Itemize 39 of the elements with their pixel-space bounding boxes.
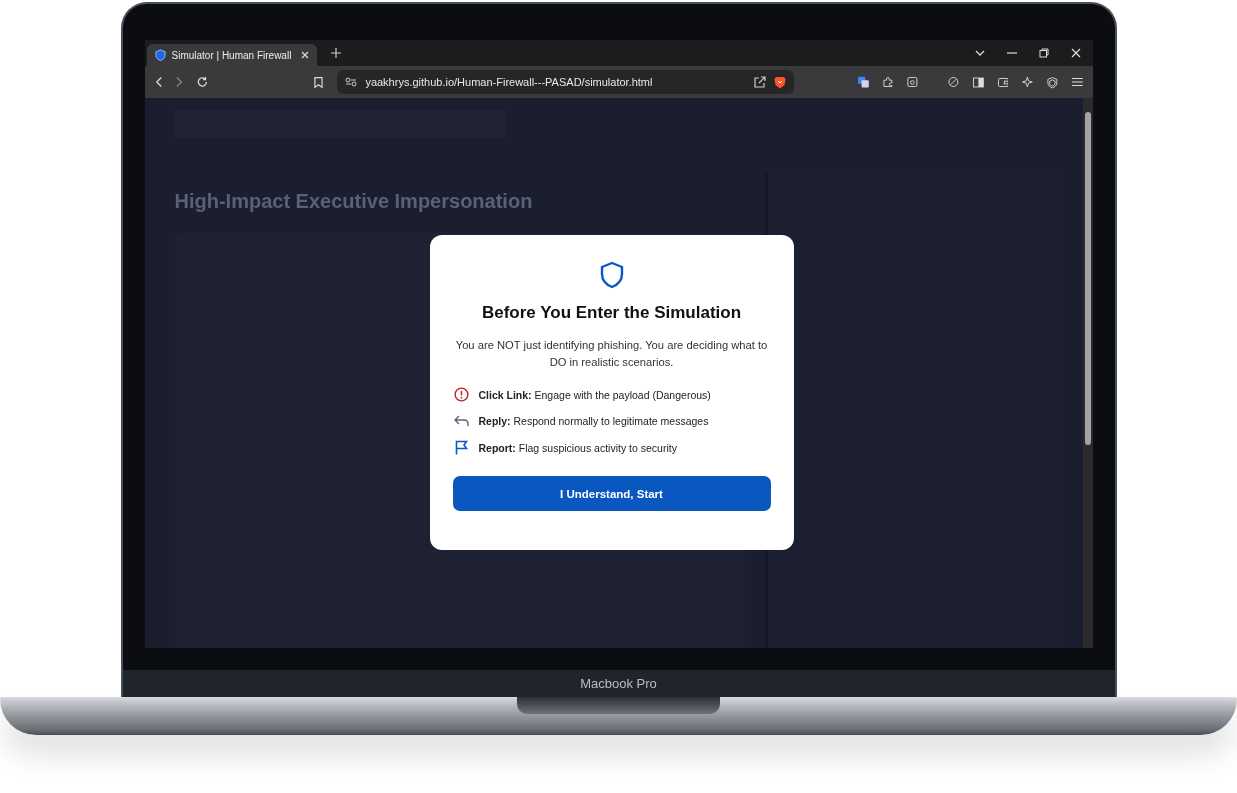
alert-icon — [453, 387, 469, 402]
browser-tab[interactable]: Simulator | Human Firewall — [146, 44, 317, 66]
menu-icon[interactable] — [1071, 77, 1083, 87]
flag-icon — [453, 440, 469, 455]
sidebar-icon[interactable] — [972, 76, 984, 88]
back-icon[interactable] — [154, 76, 162, 88]
modal-text: You are NOT just identifying phishing. You are deciding what to DO in realistic scenarios. — [454, 338, 769, 370]
action-description: Report: Flag suspicious activity to security — [478, 441, 677, 454]
shield-icon[interactable] — [1047, 75, 1058, 89]
translate-icon[interactable] — [857, 76, 869, 88]
action-description: Click Link: Engage with the payload (Dangerous) — [478, 388, 711, 401]
chevron-down-icon[interactable] — [974, 50, 985, 56]
shield-icon — [599, 261, 624, 289]
start-button[interactable]: I Understand, Start — [452, 476, 771, 511]
reload-icon[interactable] — [196, 76, 208, 88]
page-title: High-Impact Executive Impersonation — [174, 190, 534, 213]
lion-shield-icon[interactable] — [774, 75, 787, 89]
forward-icon[interactable] — [175, 76, 183, 88]
shield-icon — [154, 49, 166, 61]
scrollbar[interactable] — [1082, 98, 1093, 648]
url-text: yaakhrys.github.io/Human-Firewall---PASAD/simulator.html — [365, 76, 653, 88]
device-label: Macbook Pro — [580, 676, 657, 691]
sparkle-icon[interactable] — [1022, 76, 1033, 88]
site-settings-icon[interactable] — [345, 77, 358, 87]
action-description: Reply: Respond normally to legitimate messages — [478, 415, 709, 427]
new-tab-icon[interactable] — [330, 48, 341, 58]
restore-icon[interactable] — [1038, 48, 1049, 58]
close-icon[interactable] — [300, 51, 309, 59]
reply-icon — [453, 415, 469, 427]
minimize-icon[interactable] — [1006, 52, 1017, 54]
modal-title: Before You Enter the Simulation — [481, 303, 742, 323]
bookmark-icon[interactable] — [314, 75, 324, 89]
screenshot-icon[interactable] — [907, 76, 919, 88]
share-icon[interactable] — [754, 76, 767, 88]
address-bar[interactable]: yaakhrys.github.io/Human-Firewall---PASAD/simulator.html — [337, 70, 795, 94]
puzzle-icon[interactable] — [882, 76, 894, 88]
wallet-icon[interactable] — [997, 76, 1009, 88]
tab-title: Simulator | Human Firewall — [171, 49, 293, 61]
close-icon[interactable] — [1070, 48, 1081, 58]
